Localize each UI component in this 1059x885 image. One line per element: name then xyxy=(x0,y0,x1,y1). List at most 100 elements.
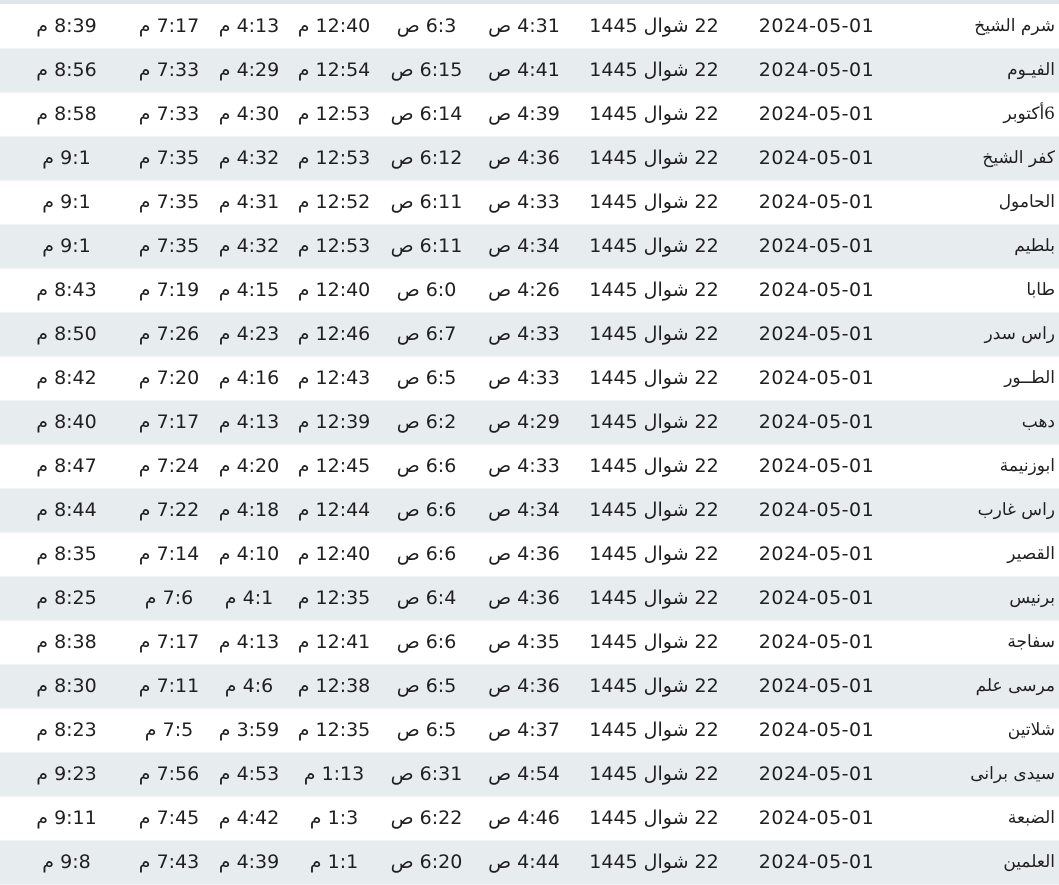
fajr-time: 4:36 ص xyxy=(474,532,574,577)
fajr-time: 4:31 ص xyxy=(474,4,574,49)
maghrib-time: 7:43 م xyxy=(129,840,209,885)
city-name: الضبعة xyxy=(899,796,1059,841)
hijri-date: 22 شوال 1445 xyxy=(574,576,734,621)
isha-time: 8:35 م xyxy=(0,532,129,577)
gregorian-date: 2024-05-01 xyxy=(734,532,899,577)
table-row: الطــور 2024-05-01 22 شوال 1445 4:33 ص 6… xyxy=(0,356,1059,401)
dhuhr-time: 12:35 م xyxy=(289,576,379,621)
isha-time: 8:42 م xyxy=(0,356,129,401)
table-row: سفاجة 2024-05-01 22 شوال 1445 4:35 ص 6:6… xyxy=(0,620,1059,665)
gregorian-date: 2024-05-01 xyxy=(734,796,899,841)
dhuhr-time: 12:52 م xyxy=(289,180,379,225)
dhuhr-time: 12:39 م xyxy=(289,400,379,445)
sunrise-time: 6:6 ص xyxy=(379,444,474,489)
gregorian-date: 2024-05-01 xyxy=(734,180,899,225)
sunrise-time: 6:5 ص xyxy=(379,664,474,709)
dhuhr-time: 1:1 م xyxy=(289,840,379,885)
sunrise-time: 6:6 ص xyxy=(379,488,474,533)
gregorian-date: 2024-05-01 xyxy=(734,400,899,445)
sunrise-time: 6:11 ص xyxy=(379,180,474,225)
hijri-date: 22 شوال 1445 xyxy=(574,48,734,93)
asr-time: 4:1 م xyxy=(209,576,289,621)
hijri-date: 22 شوال 1445 xyxy=(574,488,734,533)
hijri-date: 22 شوال 1445 xyxy=(574,312,734,357)
city-name: العلمين xyxy=(899,840,1059,885)
isha-time: 9:1 م xyxy=(0,224,129,269)
hijri-date: 22 شوال 1445 xyxy=(574,224,734,269)
isha-time: 8:50 م xyxy=(0,312,129,357)
fajr-time: 4:36 ص xyxy=(474,136,574,181)
fajr-time: 4:44 ص xyxy=(474,840,574,885)
maghrib-time: 7:56 م xyxy=(129,752,209,797)
maghrib-time: 7:35 م xyxy=(129,136,209,181)
sunrise-time: 6:31 ص xyxy=(379,752,474,797)
city-name: طابا xyxy=(899,268,1059,313)
table-row: برنيس 2024-05-01 22 شوال 1445 4:36 ص 6:4… xyxy=(0,576,1059,621)
gregorian-date: 2024-05-01 xyxy=(734,92,899,137)
isha-time: 9:23 م xyxy=(0,752,129,797)
maghrib-time: 7:17 م xyxy=(129,620,209,665)
asr-time: 4:23 م xyxy=(209,312,289,357)
maghrib-time: 7:17 م xyxy=(129,400,209,445)
fajr-time: 4:33 ص xyxy=(474,444,574,489)
gregorian-date: 2024-05-01 xyxy=(734,4,899,49)
hijri-date: 22 شوال 1445 xyxy=(574,840,734,885)
maghrib-time: 7:33 م xyxy=(129,48,209,93)
sunrise-time: 6:7 ص xyxy=(379,312,474,357)
maghrib-time: 7:35 م xyxy=(129,180,209,225)
maghrib-time: 7:17 م xyxy=(129,4,209,49)
fajr-time: 4:46 ص xyxy=(474,796,574,841)
table-row: الحامول 2024-05-01 22 شوال 1445 4:33 ص 6… xyxy=(0,180,1059,225)
table-body: شرم الشيخ 2024-05-01 22 شوال 1445 4:31 ص… xyxy=(0,4,1059,885)
gregorian-date: 2024-05-01 xyxy=(734,488,899,533)
gregorian-date: 2024-05-01 xyxy=(734,48,899,93)
gregorian-date: 2024-05-01 xyxy=(734,268,899,313)
maghrib-time: 7:19 م xyxy=(129,268,209,313)
fajr-time: 4:35 ص xyxy=(474,620,574,665)
dhuhr-time: 12:53 م xyxy=(289,224,379,269)
maghrib-time: 7:45 م xyxy=(129,796,209,841)
city-name: الفيـوم xyxy=(899,48,1059,93)
maghrib-time: 7:22 م xyxy=(129,488,209,533)
dhuhr-time: 1:13 م xyxy=(289,752,379,797)
hijri-date: 22 شوال 1445 xyxy=(574,268,734,313)
gregorian-date: 2024-05-01 xyxy=(734,444,899,489)
gregorian-date: 2024-05-01 xyxy=(734,708,899,753)
table-row: القصير 2024-05-01 22 شوال 1445 4:36 ص 6:… xyxy=(0,532,1059,577)
hijri-date: 22 شوال 1445 xyxy=(574,752,734,797)
table-row: 6أكتوبر 2024-05-01 22 شوال 1445 4:39 ص 6… xyxy=(0,92,1059,137)
city-name: الطــور xyxy=(899,356,1059,401)
fajr-time: 4:37 ص xyxy=(474,708,574,753)
gregorian-date: 2024-05-01 xyxy=(734,840,899,885)
dhuhr-time: 12:54 م xyxy=(289,48,379,93)
maghrib-time: 7:20 م xyxy=(129,356,209,401)
hijri-date: 22 شوال 1445 xyxy=(574,180,734,225)
asr-time: 4:31 م xyxy=(209,180,289,225)
sunrise-time: 6:5 ص xyxy=(379,356,474,401)
sunrise-time: 6:11 ص xyxy=(379,224,474,269)
dhuhr-time: 12:53 م xyxy=(289,136,379,181)
fajr-time: 4:36 ص xyxy=(474,576,574,621)
hijri-date: 22 شوال 1445 xyxy=(574,136,734,181)
asr-time: 4:39 م xyxy=(209,840,289,885)
asr-time: 4:29 م xyxy=(209,48,289,93)
asr-time: 4:6 م xyxy=(209,664,289,709)
isha-time: 9:11 م xyxy=(0,796,129,841)
hijri-date: 22 شوال 1445 xyxy=(574,356,734,401)
fajr-time: 4:34 ص xyxy=(474,488,574,533)
maghrib-time: 7:33 م xyxy=(129,92,209,137)
city-name: القصير xyxy=(899,532,1059,577)
dhuhr-time: 12:40 م xyxy=(289,532,379,577)
table-row: شرم الشيخ 2024-05-01 22 شوال 1445 4:31 ص… xyxy=(0,4,1059,49)
dhuhr-time: 12:40 م xyxy=(289,4,379,49)
asr-time: 4:53 م xyxy=(209,752,289,797)
sunrise-time: 6:15 ص xyxy=(379,48,474,93)
hijri-date: 22 شوال 1445 xyxy=(574,620,734,665)
asr-time: 4:18 م xyxy=(209,488,289,533)
fajr-time: 4:26 ص xyxy=(474,268,574,313)
fajr-time: 4:33 ص xyxy=(474,312,574,357)
dhuhr-time: 12:40 م xyxy=(289,268,379,313)
table-row: راس غارب 2024-05-01 22 شوال 1445 4:34 ص … xyxy=(0,488,1059,533)
sunrise-time: 6:22 ص xyxy=(379,796,474,841)
maghrib-time: 7:11 م xyxy=(129,664,209,709)
